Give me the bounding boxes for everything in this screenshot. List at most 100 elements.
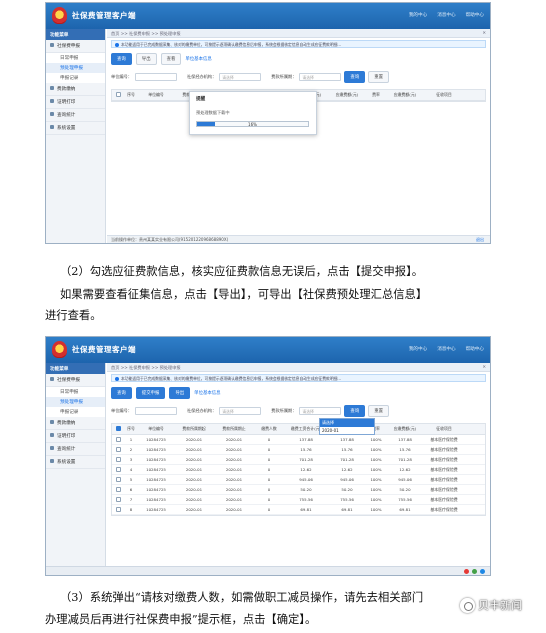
logout-link[interactable]: 退出 [476, 237, 484, 243]
sidebar-item-declare[interactable]: 社保费申报 [46, 40, 105, 53]
table-cell: 0 [267, 497, 271, 502]
table-cell: 12.62 [300, 467, 312, 472]
unit-info-link[interactable]: 单位基本信息 [185, 56, 211, 62]
period-select[interactable]: 请选择 [299, 73, 342, 81]
export-button[interactable]: 导出 [135, 53, 157, 65]
period-label-2: 费款所属期： [271, 408, 297, 413]
dropdown-option-placeholder[interactable]: 请选择 [320, 419, 374, 427]
top-link-messages[interactable]: 消息中心 [437, 12, 455, 18]
filter-query-button[interactable]: 查询 [344, 71, 366, 83]
query-button[interactable]: 查询 [111, 53, 132, 65]
table-cell: 基本医疗保险费 [430, 486, 458, 492]
unit-no-input[interactable] [134, 73, 177, 81]
org-select[interactable]: 请选择 [219, 73, 262, 81]
table-cell: 15.76 [300, 447, 312, 452]
toolbar-2: 查询 提交申报 导出 单位基本信息 [111, 387, 486, 399]
sidebar-sub-preprocess-2[interactable]: 预处理申报 [46, 397, 105, 407]
table-cell: 2020-01 [225, 487, 243, 492]
tray-icon[interactable] [472, 569, 477, 574]
table-cell: 2020-01 [225, 467, 243, 472]
row-checkbox[interactable] [115, 456, 121, 462]
table-row[interactable]: 6 10284725 2020-01 2020-01 0 50.20 50.20 100% 50… [112, 485, 485, 495]
table-cell: 100% [370, 507, 382, 512]
unit-info-link-2[interactable]: 单位基本信息 [194, 390, 220, 396]
row-checkbox[interactable] [115, 496, 121, 502]
sidebar-sub-daily-2[interactable]: 日常申报 [46, 387, 105, 397]
row-checkbox[interactable] [115, 446, 121, 452]
notice-bar: 本功能适用于已完成数据采集、核对的缴费单位，可按提示逐项确认缴费信息后申报，系统… [111, 40, 486, 48]
row-checkbox[interactable] [115, 506, 121, 512]
table-cell: 701.28 [299, 457, 313, 462]
fee-table-2: 序号 单位编号 费款所属期起 费款所属期止 缴费人数 缴费工资合计(元) 应缴费… [111, 423, 486, 516]
paragraph-export-line-2: 进行查看。 [45, 309, 102, 322]
table-cell: 0 [267, 437, 271, 442]
sidebar-item-payment[interactable]: 费款缴纳 [46, 83, 105, 96]
submit-button[interactable]: 提交申报 [135, 387, 166, 399]
table-cell: 10284725 [146, 497, 166, 502]
select-all-checkbox[interactable] [115, 426, 121, 431]
sidebar-sub-preprocess[interactable]: 预处理申报 [46, 63, 105, 73]
sidebar-item-payment-2[interactable]: 费款缴纳 [46, 417, 105, 430]
table-cell: 100% [370, 487, 382, 492]
top-link-help[interactable]: 帮助中心 [466, 12, 484, 18]
export-button-2[interactable]: 导出 [169, 387, 191, 399]
top-link-help-2[interactable]: 帮助中心 [466, 346, 484, 352]
close-tab-icon[interactable]: ✕ [482, 364, 486, 369]
close-tab-icon[interactable]: ✕ [482, 30, 486, 35]
sidebar-item-query[interactable]: 查询统计 [46, 109, 105, 122]
top-link-my-center-2[interactable]: 我的中心 [409, 346, 427, 352]
filter-query-button-2[interactable]: 查询 [344, 405, 366, 417]
top-links-2: 我的中心 消息中心 帮助中心 [409, 346, 484, 352]
filter-reset-button-2[interactable]: 重置 [368, 405, 390, 417]
table-cell: 100% [370, 477, 382, 482]
table-row[interactable]: 7 10284725 2020-01 2020-01 0 755.56 755.56 100%… [112, 495, 485, 505]
table-cell: 2020-01 [185, 507, 203, 512]
sidebar-sub-records[interactable]: 申报记录 [46, 73, 105, 83]
row-checkbox[interactable] [115, 436, 121, 442]
app-title-2: 社保费管理客户端 [72, 345, 136, 354]
period-select-2[interactable]: 请选择 [299, 407, 342, 415]
table-cell: 69.81 [341, 507, 353, 512]
table-cell: 69.81 [300, 507, 312, 512]
dropdown-option-2020-01[interactable]: 2020-01 [320, 427, 374, 434]
top-link-messages-2[interactable]: 消息中心 [437, 346, 455, 352]
row-checkbox[interactable] [115, 476, 121, 482]
table-row[interactable]: 3 10284725 2020-01 2020-01 0 701.28 701.28 100%… [112, 455, 485, 465]
table-row[interactable]: 8 10284725 2020-01 2020-01 0 69.81 69.81 100% 69… [112, 505, 485, 515]
screenshot-window-table: 社保费管理客户端 我的中心 消息中心 帮助中心 功能菜单 社保费申报 日常申报 … [45, 336, 491, 576]
table-cell: 755.56 [398, 497, 412, 502]
table-cell: 15.76 [399, 447, 411, 452]
table-row[interactable]: 4 10284725 2020-01 2020-01 0 12.62 12.62 100% 12… [112, 465, 485, 475]
sidebar-item-settings-2[interactable]: 系统设置 [46, 456, 105, 469]
status-bar: 当前操作单位：贵州某某实业有限公司(91520122096868890X) 退出 [107, 235, 490, 243]
sidebar-sub-records-2[interactable]: 申报记录 [46, 407, 105, 417]
table-row[interactable]: 2 10284725 2020-01 2020-01 0 15.76 15.76 100% 15… [112, 445, 485, 455]
table-cell: 50.20 [399, 487, 411, 492]
sidebar-item-certificate[interactable]: 证明打印 [46, 96, 105, 109]
query-button-2[interactable]: 查询 [111, 387, 132, 399]
sidebar-item-settings[interactable]: 系统设置 [46, 122, 105, 135]
unit-no-input-2[interactable] [134, 407, 177, 415]
progress-dialog: 提醒 预处理数据下载中 16% [189, 91, 317, 135]
sidebar-item-query-2[interactable]: 查询统计 [46, 443, 105, 456]
row-checkbox[interactable] [115, 466, 121, 472]
filter-reset-button[interactable]: 重置 [368, 71, 390, 83]
tray-icon[interactable] [464, 569, 469, 574]
preview-button[interactable]: 查看 [160, 53, 182, 65]
table-cell: 2020-01 [225, 437, 243, 442]
table-cell: 10284725 [146, 487, 166, 492]
tray-icon[interactable] [480, 569, 485, 574]
table-cell: 100% [370, 467, 382, 472]
sidebar-item-certificate-2[interactable]: 证明打印 [46, 430, 105, 443]
sidebar-sub-daily[interactable]: 日常申报 [46, 53, 105, 63]
table-cell: 7 [129, 497, 133, 502]
top-link-my-center[interactable]: 我的中心 [409, 12, 427, 18]
sidebar-item-declare-2[interactable]: 社保费申报 [46, 374, 105, 387]
table-cell: 2020-01 [185, 497, 203, 502]
paragraph-step-3-line-1: （3）系统弹出“请核对缴费人数，如需做职工减员操作，请先去相关部门 [60, 591, 424, 604]
select-all-checkbox[interactable] [115, 92, 121, 97]
table-row[interactable]: 5 10284725 2020-01 2020-01 0 945.06 945.06 100%… [112, 475, 485, 485]
row-checkbox[interactable] [115, 486, 121, 492]
org-select-2[interactable]: 请选择 [219, 407, 262, 415]
table-row[interactable]: 1 10284725 2020-01 2020-01 0 137.88 137.88 100%… [112, 435, 485, 445]
